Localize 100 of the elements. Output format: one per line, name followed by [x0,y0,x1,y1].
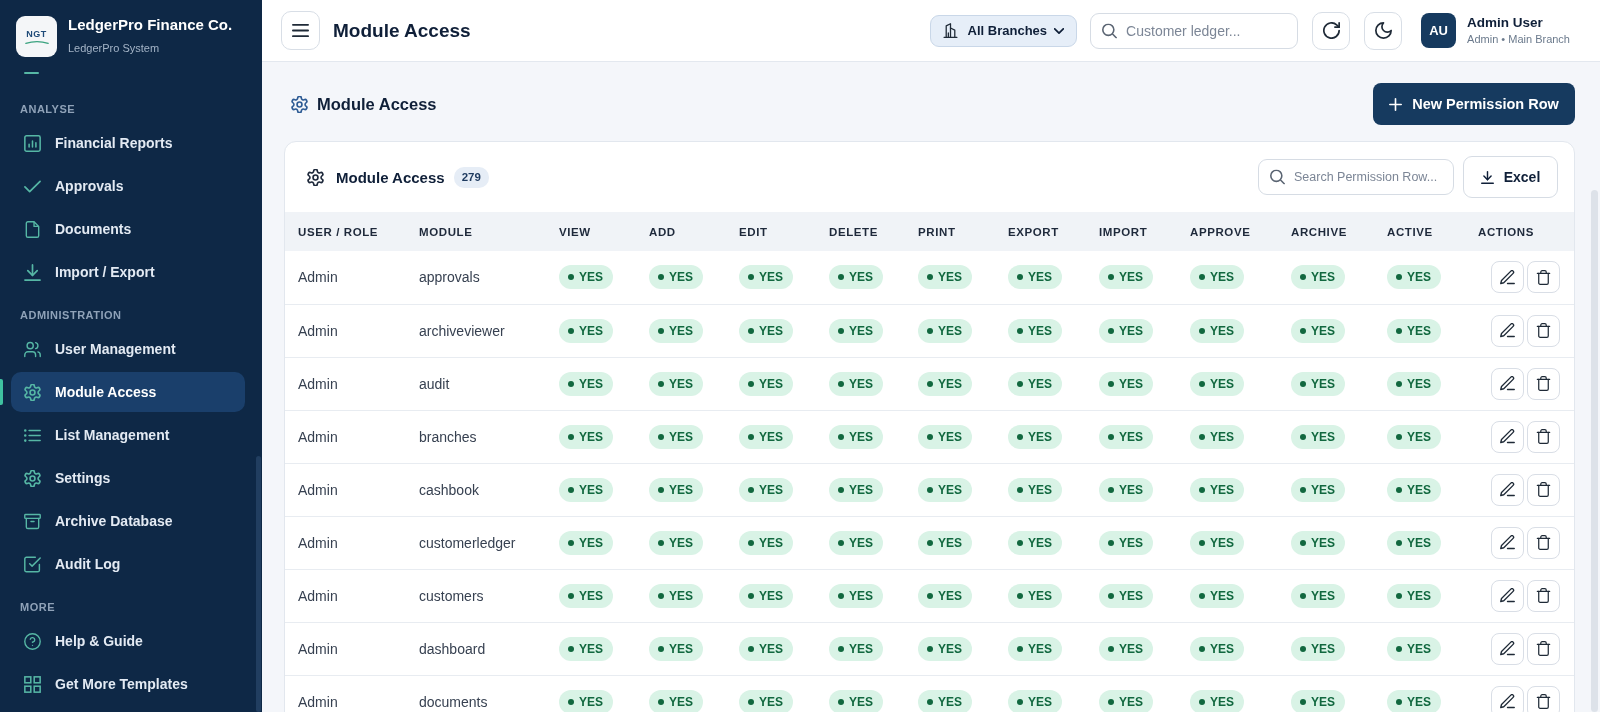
table-cell: cashbook [419,481,479,498]
status-text: YES [1311,535,1335,550]
edit-button[interactable] [1491,632,1524,665]
status-dot-icon [1017,327,1023,334]
delete-button[interactable] [1527,314,1560,347]
pencil-icon [1500,376,1515,391]
status-dot-icon [927,698,933,705]
status-dot-icon [748,539,754,546]
status-dot-icon [748,486,754,493]
status-text: YES [579,323,603,338]
trash-icon [1536,694,1551,709]
status-dot-icon [1396,274,1402,281]
users-icon [24,340,41,358]
delete-button[interactable] [1527,367,1560,400]
status-text: YES [669,482,693,497]
table-cell: approvals [419,269,480,286]
status-dot-icon [748,645,754,652]
nav-item[interactable]: Financial Reports [11,123,245,163]
edit-button[interactable] [1491,526,1524,559]
pencil-icon [1500,323,1515,338]
section-label: ANALYSE [20,102,76,116]
edit-button[interactable] [1491,473,1524,506]
grid-icon [24,675,41,693]
status-text: YES [1119,270,1143,285]
status-text: YES [938,641,962,656]
excel-export-button[interactable]: Excel [1463,156,1558,198]
nav-item[interactable]: Documents [11,209,245,249]
status-dot-icon [1300,274,1306,281]
status-text: YES [849,323,873,338]
edit-button[interactable] [1491,685,1524,712]
search-field[interactable]: Search Permission Row... [1258,159,1454,195]
active-indicator [0,379,3,405]
delete-button[interactable] [1527,579,1560,612]
delete-button[interactable] [1527,261,1560,294]
status-dot-icon [748,274,754,281]
status-text: YES [669,376,693,391]
status-dot-icon [1108,698,1114,705]
status-dot-icon [1300,645,1306,652]
table-cell: branches [419,428,477,445]
delete-button[interactable] [1527,420,1560,453]
status-dot-icon [927,274,933,281]
nav-item[interactable]: Get More Templates [11,664,245,704]
status-dot-icon [658,380,664,387]
nav-item[interactable]: Help & Guide [11,621,245,661]
status-dot-icon [1017,380,1023,387]
status-dot-icon [838,539,844,546]
avatar[interactable]: AU [1421,13,1457,48]
status-text: YES [579,376,603,391]
status-text: YES [938,482,962,497]
status-text: YES [579,694,603,709]
nav-item[interactable]: Import / Export [11,252,245,292]
status-text: YES [1028,376,1052,391]
edit-button[interactable] [1491,579,1524,612]
status-text: YES [1210,482,1234,497]
status-text: YES [849,482,873,497]
nav-item[interactable]: Archive Database [11,501,245,541]
delete-button[interactable] [1527,632,1560,665]
pencil-icon [1500,588,1515,603]
status-dot-icon [1199,539,1205,546]
nav-item[interactable]: List Management [11,415,245,455]
edit-button[interactable] [1491,314,1524,347]
status-text: YES [759,535,783,550]
edit-button[interactable] [1491,261,1524,294]
status-text: YES [669,535,693,550]
status-dot-icon [1108,592,1114,599]
status-dot-icon [838,327,844,334]
download-icon [24,263,41,281]
column-header: EXPORT [995,212,1086,251]
edit-button[interactable] [1491,420,1524,453]
status-dot-icon [1108,327,1114,334]
status-dot-icon [1199,698,1205,705]
menu-button[interactable] [281,11,320,50]
new-permission-row-button[interactable]: New Permission Row [1373,83,1575,125]
refresh-button[interactable] [1312,11,1351,50]
status-text: YES [1210,588,1234,603]
scrollbar-thumb[interactable] [256,456,261,712]
delete-button[interactable] [1527,473,1560,506]
status-dot-icon [658,274,664,281]
nav-item[interactable]: Audit Log [11,544,245,584]
edit-button[interactable] [1491,367,1524,400]
nav-item[interactable]: Approvals [11,166,245,206]
theme-toggle-button[interactable] [1364,11,1403,50]
status-dot-icon [1396,698,1402,705]
status-text: YES [849,270,873,285]
nav-item[interactable]: User Management [11,329,245,369]
nav-item[interactable]: Settings [11,458,245,498]
section-label: ADMINISTRATION [20,308,122,322]
page-header-title: Module Access [333,19,471,42]
delete-button[interactable] [1527,685,1560,712]
status-text: YES [938,694,962,709]
search-field[interactable]: Customer ledger... [1090,12,1299,49]
status-text: YES [1210,323,1234,338]
status-dot-icon [1017,274,1023,281]
delete-button[interactable] [1527,526,1560,559]
branch-dropdown[interactable]: All Branches [929,14,1078,47]
column-header: ADD [636,212,726,251]
status-text: YES [1311,482,1335,497]
settings-icon [307,168,324,186]
list-icon [24,426,41,444]
brand-name: LedgerPro Finance Co. [68,16,233,34]
